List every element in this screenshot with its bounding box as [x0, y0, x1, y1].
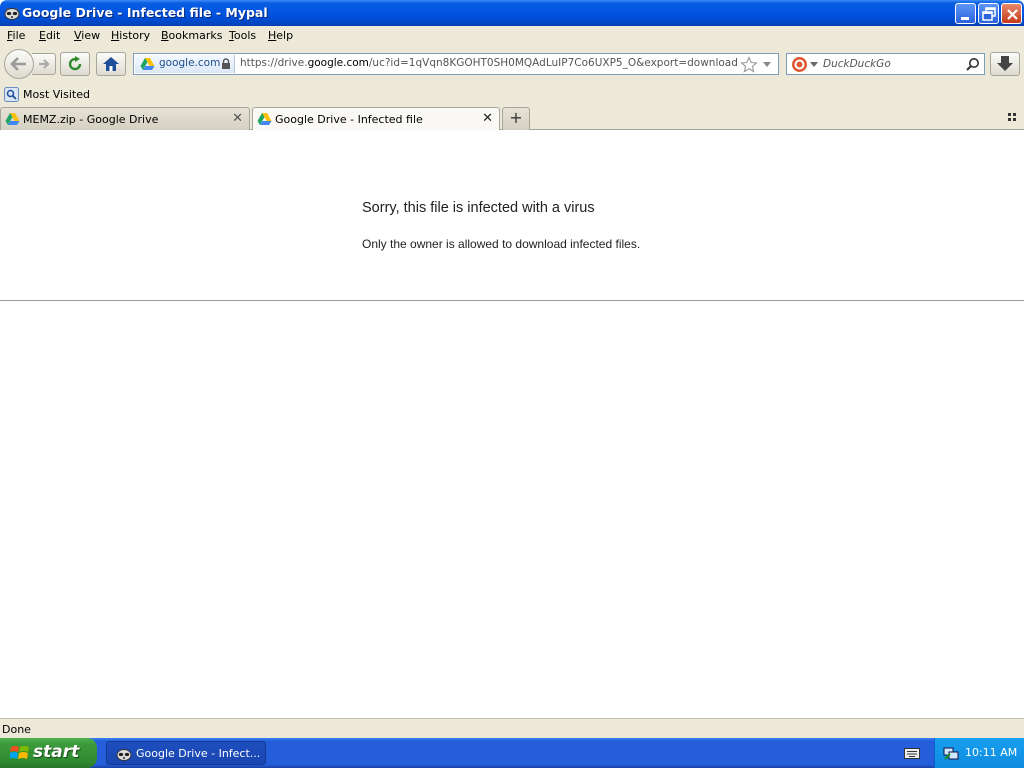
url-bar[interactable]: google.com https://drive.google.com/uc?i… — [133, 53, 779, 75]
new-tab-button[interactable]: + — [502, 107, 530, 130]
start-button[interactable]: start — [0, 738, 97, 768]
error-title: Sorry, this file is infected with a viru… — [362, 200, 595, 216]
close-button[interactable] — [1001, 3, 1022, 24]
menu-view[interactable]: View — [74, 29, 100, 42]
menu-bar: File Edit View History Bookmarks Tools H… — [0, 26, 1024, 46]
windows-logo-icon — [10, 746, 29, 759]
tab-list-icon[interactable] — [1008, 112, 1018, 122]
start-label: start — [33, 742, 80, 762]
google-drive-icon — [257, 113, 272, 125]
tab-label: Google Drive - Infected file — [275, 113, 423, 126]
home-icon — [103, 57, 119, 71]
back-arrow-icon — [10, 57, 26, 71]
forward-button[interactable] — [32, 53, 56, 75]
most-visited-icon — [4, 87, 19, 102]
url-text: https://drive.google.com/uc?id=1qVqn8KGO… — [240, 57, 738, 69]
site-identity-button[interactable]: google.com — [135, 55, 235, 73]
menu-tools[interactable]: Tools — [229, 29, 256, 42]
bookmark-most-visited[interactable]: Most Visited — [23, 88, 90, 101]
downloads-button[interactable] — [990, 52, 1020, 76]
lock-icon — [222, 58, 230, 69]
error-message: Only the owner is allowed to download in… — [362, 237, 641, 251]
tab-memz-zip[interactable]: MEMZ.zip - Google Drive ✕ — [0, 107, 250, 130]
duckduckgo-icon[interactable] — [791, 56, 808, 73]
menu-bookmarks[interactable]: Bookmarks — [161, 29, 222, 42]
keyboard-icon[interactable] — [904, 746, 920, 760]
forward-arrow-icon — [39, 59, 50, 69]
menu-help[interactable]: Help — [268, 29, 293, 42]
taskbar-window-button[interactable]: Google Drive - Infect... — [106, 741, 266, 765]
plus-icon: + — [509, 108, 523, 127]
tab-infected-file[interactable]: Google Drive - Infected file ✕ — [252, 107, 500, 131]
reload-icon — [68, 56, 82, 71]
close-tab-icon[interactable]: ✕ — [482, 111, 493, 126]
search-bar[interactable]: DuckDuckGo — [786, 53, 985, 75]
content-divider — [0, 300, 1024, 301]
tab-strip: MEMZ.zip - Google Drive ✕ Google Drive -… — [0, 106, 1024, 131]
google-drive-icon — [140, 58, 155, 70]
restore-button[interactable] — [978, 3, 999, 24]
star-icon[interactable] — [740, 56, 758, 73]
raccoon-icon — [4, 5, 20, 21]
search-icon[interactable] — [965, 57, 980, 72]
page-content: Sorry, this file is infected with a viru… — [0, 130, 1024, 718]
home-button[interactable] — [96, 52, 126, 76]
bookmarks-toolbar: Most Visited — [0, 86, 1024, 104]
menu-history[interactable]: History — [111, 29, 150, 42]
identity-domain: google.com — [159, 57, 221, 69]
window-title: Google Drive - Infected file - Mypal — [22, 5, 268, 20]
menu-file[interactable]: File — [7, 29, 25, 42]
network-icon[interactable] — [943, 745, 959, 761]
raccoon-icon — [116, 749, 132, 761]
menu-edit[interactable]: Edit — [39, 29, 60, 42]
back-button[interactable] — [4, 49, 34, 79]
system-tray: 10:11 AM — [934, 738, 1024, 768]
window-titlebar[interactable]: Google Drive - Infected file - Mypal — [0, 0, 1024, 26]
navigation-toolbar: google.com https://drive.google.com/uc?i… — [0, 48, 1024, 80]
tab-label: MEMZ.zip - Google Drive — [23, 113, 159, 126]
reload-button[interactable] — [60, 52, 90, 76]
status-text: Done — [2, 723, 31, 736]
google-drive-icon — [5, 113, 20, 125]
engine-dropdown-icon[interactable] — [810, 62, 818, 67]
search-placeholder: DuckDuckGo — [823, 58, 891, 70]
download-arrow-icon — [997, 56, 1013, 71]
status-bar: Done — [0, 718, 1024, 738]
url-dropdown-icon[interactable] — [762, 61, 772, 68]
close-tab-icon[interactable]: ✕ — [232, 111, 243, 126]
minimize-button[interactable] — [955, 3, 976, 24]
taskbar: start Google Drive - Infect... 10:11 AM — [0, 738, 1024, 768]
taskbar-window-label: Google Drive - Infect... — [136, 747, 261, 760]
clock[interactable]: 10:11 AM — [965, 746, 1017, 759]
